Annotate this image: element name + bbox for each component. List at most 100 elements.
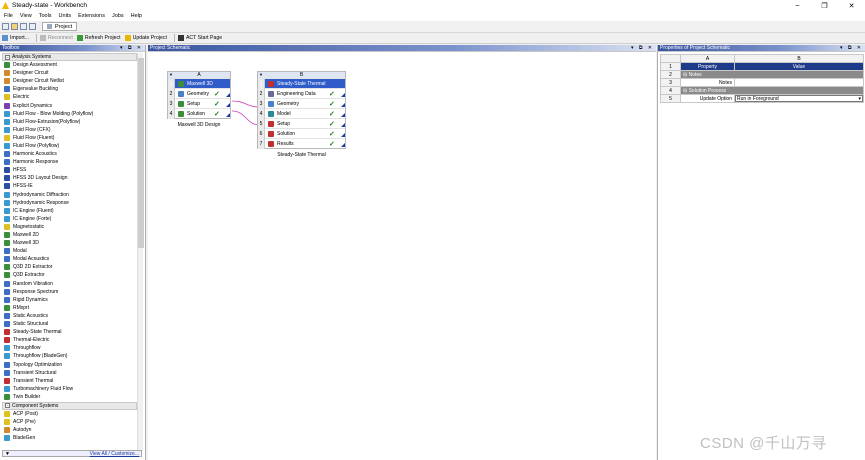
- refresh-project-button[interactable]: Refresh Project: [76, 35, 121, 41]
- toolbox-item[interactable]: IC Engine (Forte): [0, 215, 145, 223]
- toolbox-item[interactable]: BladeGen: [0, 434, 145, 442]
- toolbox-item[interactable]: Electric: [0, 93, 145, 101]
- toolbox-item[interactable]: Modal: [0, 247, 145, 255]
- menu-units[interactable]: Units: [59, 13, 72, 19]
- toolbox-item[interactable]: Harmonic Acoustics: [0, 150, 145, 158]
- close-button[interactable]: ✕: [838, 0, 865, 11]
- toolbox-item[interactable]: Designer Circuit: [0, 69, 145, 77]
- system-cell[interactable]: 6 Solution ✓: [258, 128, 345, 139]
- menu-view[interactable]: View: [20, 13, 32, 19]
- tab-project[interactable]: Project: [42, 22, 78, 31]
- import-button[interactable]: Import...: [2, 35, 29, 41]
- toolbox-item[interactable]: Explicit Dynamics: [0, 101, 145, 109]
- toolbox-item[interactable]: Hydrodynamic Response: [0, 199, 145, 207]
- system-cell[interactable]: 4 Solution ✓: [168, 108, 230, 119]
- system-cell[interactable]: 1 Steady-State Thermal: [258, 78, 345, 89]
- toolbox-item[interactable]: HFSS 3D Layout Design: [0, 174, 145, 182]
- maximize-button[interactable]: ❐: [811, 0, 838, 11]
- system-a-caption[interactable]: Maxwell 3D Design: [167, 122, 231, 128]
- menu-extensions[interactable]: Extensions: [78, 13, 105, 19]
- system-cell[interactable]: 2 Geometry ✓: [168, 88, 230, 99]
- toolbox-item[interactable]: Q3D 2D Extractor: [0, 263, 145, 271]
- toolbox-item[interactable]: Magnetostatic: [0, 223, 145, 231]
- collapse-icon[interactable]: −: [5, 54, 10, 60]
- new-file-icon[interactable]: [2, 23, 9, 30]
- toolbox-item[interactable]: Hydrodynamic Diffraction: [0, 191, 145, 199]
- toolbox-scrollbar[interactable]: [137, 53, 144, 451]
- toolbox-item[interactable]: Designer Circuit Netlist: [0, 77, 145, 85]
- toolbox-item[interactable]: Transient Structural: [0, 369, 145, 377]
- toolbox-item[interactable]: Modal Acoustics: [0, 255, 145, 263]
- toolbox-item[interactable]: IC Engine (Fluent): [0, 207, 145, 215]
- view-all-customize-link[interactable]: View All / Customize...: [90, 451, 139, 457]
- notes-value[interactable]: [734, 78, 864, 87]
- collapse-icon[interactable]: −: [5, 403, 10, 409]
- group-component-systems[interactable]: − Component Systems: [2, 401, 137, 410]
- scrollbar-thumb[interactable]: [138, 58, 144, 248]
- toolbox-item[interactable]: Static Acoustics: [0, 312, 145, 320]
- toolbox-item[interactable]: Harmonic Response: [0, 158, 145, 166]
- chevron-down-icon[interactable]: ▾: [858, 96, 861, 102]
- toolbox-item[interactable]: Transient Thermal: [0, 377, 145, 385]
- toolbox-item[interactable]: Maxwell 2D: [0, 231, 145, 239]
- save-as-icon[interactable]: [29, 23, 36, 30]
- update-project-button[interactable]: Update Project: [124, 35, 167, 41]
- toolbox-item[interactable]: Throughflow: [0, 344, 145, 352]
- toolbox-item[interactable]: RMxprt: [0, 304, 145, 312]
- toolbox-item-label: HFSS 3D Layout Design: [13, 175, 68, 182]
- save-icon[interactable]: [20, 23, 27, 30]
- system-cell[interactable]: 4 Model ✓: [258, 108, 345, 119]
- minimize-button[interactable]: –: [784, 0, 811, 11]
- toolbox-item[interactable]: Rigid Dynamics: [0, 296, 145, 304]
- system-cell[interactable]: 1 Maxwell 3D: [168, 78, 230, 89]
- toolbox-item[interactable]: Eigenvalue Buckling: [0, 85, 145, 93]
- toolbox-item[interactable]: Fluid Flow (Polyflow): [0, 142, 145, 150]
- toolbox-item[interactable]: Q3D Extractor: [0, 271, 145, 279]
- toolbox-item[interactable]: HFSS: [0, 166, 145, 174]
- toolbox-item[interactable]: Fluid Flow-Extrusion(Polyflow): [0, 118, 145, 126]
- update-option-select[interactable]: Run in Foreground ▾: [735, 95, 863, 102]
- system-cell[interactable]: 3 Setup ✓: [168, 98, 230, 109]
- section-solution-process[interactable]: ⊟ Solution Process: [680, 86, 864, 95]
- toolbox-item[interactable]: Maxwell 3D: [0, 239, 145, 247]
- open-file-icon[interactable]: [11, 23, 18, 30]
- toolbox-item[interactable]: Turbomachinery Fluid Flow: [0, 385, 145, 393]
- toolbox-item[interactable]: Thermal-Electric: [0, 336, 145, 344]
- reconnect-button[interactable]: Reconnect: [40, 35, 73, 41]
- toolbox-item[interactable]: ACP (Pre): [0, 418, 145, 426]
- toolbox-item[interactable]: Fluid Flow (CFX): [0, 126, 145, 134]
- section-notes[interactable]: ⊟ Notes: [680, 70, 864, 79]
- system-a-maxwell-3d[interactable]: ▼ A 1 Maxwell 3D 2 Geometry ✓ 3 Setup ✓ 4 Solution…: [167, 71, 231, 119]
- system-cell[interactable]: 2 Engineering Data ✓: [258, 88, 345, 99]
- toolbox-item[interactable]: Random Vibration: [0, 280, 145, 288]
- system-cell[interactable]: 7 Results ✓: [258, 138, 345, 149]
- menu-jobs[interactable]: Jobs: [112, 13, 124, 19]
- toolbox-item[interactable]: HFSS-IE: [0, 182, 145, 190]
- toolbox-item[interactable]: Autodyn: [0, 426, 145, 434]
- toolbox-item[interactable]: Design Assessment: [0, 61, 145, 69]
- system-cell[interactable]: 3 Geometry ✓: [258, 98, 345, 109]
- panel-controls[interactable]: ▾ ⧉ ✕: [120, 45, 143, 51]
- menu-file[interactable]: File: [4, 13, 13, 19]
- system-menu-icon[interactable]: ▼: [169, 72, 173, 78]
- toolbox-item[interactable]: Fluid Flow (Fluent): [0, 134, 145, 142]
- system-b-caption[interactable]: Steady-State Thermal: [257, 152, 346, 158]
- menu-tools[interactable]: Tools: [39, 13, 52, 19]
- toolbox-item[interactable]: Response Spectrum: [0, 288, 145, 296]
- toolbox-item[interactable]: Topology Optimization: [0, 360, 145, 368]
- toolbox-item[interactable]: Throughflow (BladeGen): [0, 352, 145, 360]
- group-analysis-systems[interactable]: − Analysis Systems: [2, 53, 137, 61]
- toolbox-item[interactable]: Steady-State Thermal: [0, 328, 145, 336]
- act-start-page-button[interactable]: ACT Start Page: [177, 35, 222, 41]
- system-cell[interactable]: 5 Setup ✓: [258, 118, 345, 129]
- panel-controls[interactable]: ▾ ⧉ ✕: [840, 45, 863, 51]
- filter-icon[interactable]: ▼: [5, 451, 10, 457]
- toolbox-item[interactable]: ACP (Post): [0, 410, 145, 418]
- toolbox-item[interactable]: Fluid Flow - Blow Molding (Polyflow): [0, 110, 145, 118]
- menu-help[interactable]: Help: [131, 13, 142, 19]
- system-icon: [4, 329, 10, 336]
- system-b-steady-state-thermal[interactable]: ▼ B 1 Steady-State Thermal 2 Engineering Dat…: [257, 71, 346, 149]
- system-menu-icon[interactable]: ▼: [259, 72, 263, 78]
- toolbox-item[interactable]: Static Structural: [0, 320, 145, 328]
- toolbox-item[interactable]: Twin Builder: [0, 393, 145, 401]
